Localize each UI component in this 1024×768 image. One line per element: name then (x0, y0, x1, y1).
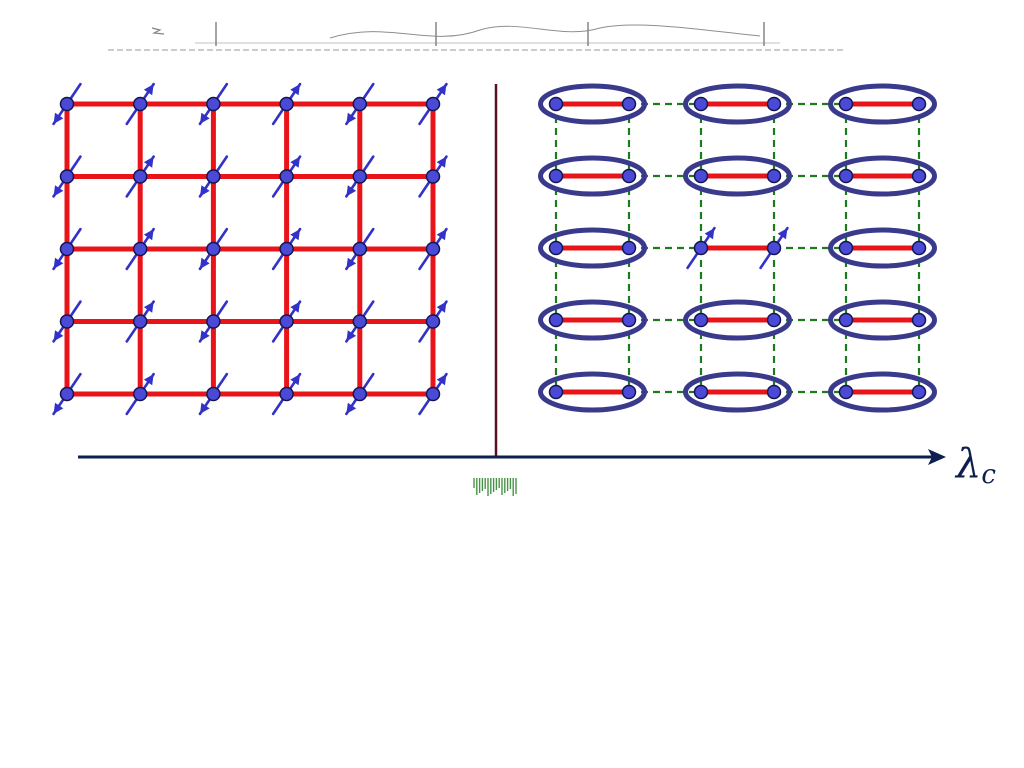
lattice-site (132, 314, 148, 329)
dimer-site (621, 96, 637, 112)
dimer-site (693, 312, 709, 328)
dimer-lattice-panel (538, 83, 937, 413)
lattice-site (59, 314, 75, 329)
dimer-site (548, 312, 564, 328)
lattice-site (352, 169, 368, 184)
dimer-site (911, 240, 927, 256)
dimer-site (838, 384, 854, 400)
lattice-site (425, 96, 441, 112)
dimer-site (621, 240, 637, 256)
neel-lattice-panel (52, 82, 448, 416)
lattice-site (132, 169, 148, 184)
dimer-site (693, 384, 709, 400)
dimer-site (911, 168, 927, 184)
axis-label: λc (954, 441, 996, 490)
lattice-site (352, 96, 368, 112)
lattice-site (132, 241, 148, 257)
dimer-site (766, 168, 782, 184)
lattice-site (279, 386, 294, 402)
lattice-site (279, 314, 294, 329)
lattice-site (59, 386, 75, 402)
dimer-site (766, 240, 782, 256)
dimer-site (548, 384, 564, 400)
lattice-site (59, 169, 75, 184)
dimer-site (911, 96, 927, 112)
dimer-site (838, 240, 854, 256)
lattice-site (206, 96, 221, 112)
dimer-site (911, 312, 927, 328)
dimer-site (693, 96, 709, 112)
lattice-site (206, 169, 221, 184)
lattice-site (279, 169, 294, 184)
dimer-site (693, 168, 709, 184)
dimer-phase-diagram: λc (52, 22, 996, 496)
strong-bonds (556, 101, 919, 395)
dimer-site (766, 96, 782, 112)
coupling-axis: λc (78, 441, 996, 490)
lattice-site (425, 386, 441, 402)
lattice-site (206, 241, 221, 257)
lattice-site (279, 96, 294, 112)
lattice-site (59, 241, 75, 257)
lattice-site (132, 386, 148, 402)
dimer-site (911, 384, 927, 400)
dimer-site (621, 168, 637, 184)
dimer-site (621, 384, 637, 400)
lattice-site (59, 96, 75, 112)
lattice-site (132, 96, 148, 112)
dimer-site (548, 96, 564, 112)
lattice-site (352, 386, 368, 402)
critical-point-caption-marks (473, 478, 517, 496)
lattice-site (352, 314, 368, 329)
dimer-site (838, 312, 854, 328)
lattice-bonds (64, 101, 436, 397)
dimer-site (838, 96, 854, 112)
lattice-site (206, 314, 221, 329)
dimer-site (548, 168, 564, 184)
lattice-site (352, 241, 368, 257)
dimer-site (621, 312, 637, 328)
lattice-site (425, 314, 441, 329)
dimer-site (766, 312, 782, 328)
lattice-site (206, 386, 221, 402)
lattice-site (425, 241, 441, 257)
dimer-site (838, 168, 854, 184)
lattice-site (279, 241, 294, 257)
dimer-site (766, 384, 782, 400)
dimer-site (548, 240, 564, 256)
dimer-site (693, 240, 709, 256)
lattice-site (425, 169, 441, 184)
header-artwork (108, 22, 845, 51)
